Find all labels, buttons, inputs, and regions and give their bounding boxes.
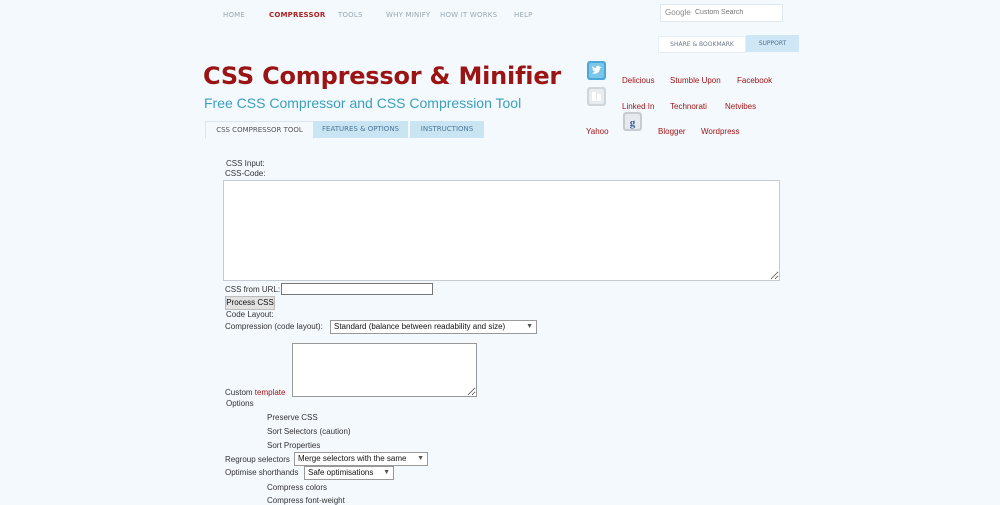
nav-why-minify[interactable]: WHY MINIFY xyxy=(386,11,430,19)
custom-template-textarea[interactable] xyxy=(292,343,477,397)
nav-home[interactable]: HOME xyxy=(223,11,245,19)
css-code-textarea[interactable] xyxy=(223,180,780,281)
google-icon[interactable]: g xyxy=(623,112,642,131)
css-input-label: CSS Input: xyxy=(226,159,265,168)
social-link-linked-in[interactable]: Linked In xyxy=(622,102,654,111)
nav-how-it-works[interactable]: HOW IT WORKS xyxy=(440,11,497,19)
share-bookmark-button[interactable]: SHARE & BOOKMARK xyxy=(658,36,746,53)
social-link-technorati[interactable]: Technorati xyxy=(670,102,707,111)
page-title: CSS Compressor & Minifier xyxy=(203,62,562,90)
sort-properties-option[interactable]: Sort Properties xyxy=(267,441,320,450)
template-link[interactable]: template xyxy=(255,388,286,397)
tab-css-compressor-tool[interactable]: CSS COMPRESSOR TOOL xyxy=(205,121,314,139)
chevron-down-icon: ▼ xyxy=(526,323,533,330)
sort-selectors-option[interactable]: Sort Selectors (caution) xyxy=(267,427,351,436)
twitter-icon[interactable] xyxy=(587,61,606,80)
optimise-shorthands-select[interactable]: Safe optimisations ▼ xyxy=(304,466,394,480)
nav-compressor[interactable]: COMPRESSOR xyxy=(269,11,325,19)
css-url-input[interactable] xyxy=(281,283,433,295)
social-link-yahoo[interactable]: Yahoo xyxy=(586,127,609,136)
social-link-blogger[interactable]: Blogger xyxy=(658,127,686,136)
page-subtitle: Free CSS Compressor and CSS Compression … xyxy=(204,95,522,111)
compression-select[interactable]: Standard (balance between readability an… xyxy=(330,320,537,334)
regroup-selectors-select[interactable]: Merge selectors with the same ▼ xyxy=(294,452,428,466)
options-label: Options xyxy=(226,399,254,408)
optimise-shorthands-label: Optimise shorthands xyxy=(225,468,299,477)
compression-label: Compression (code layout): xyxy=(225,322,323,331)
search-input[interactable] xyxy=(695,7,775,18)
regroup-select-value: Merge selectors with the same xyxy=(298,454,407,463)
google-logo: Google xyxy=(665,8,691,17)
social-link-stumble-upon[interactable]: Stumble Upon xyxy=(670,76,721,85)
code-layout-label: Code Layout: xyxy=(226,310,274,319)
process-css-button[interactable]: Process CSS xyxy=(225,296,275,310)
regroup-selectors-label: Regroup selectors xyxy=(225,455,290,464)
shorthands-select-value: Safe optimisations xyxy=(308,468,374,477)
support-button[interactable]: SUPPORT xyxy=(746,35,799,52)
compress-colors-option[interactable]: Compress colors xyxy=(267,483,327,492)
chevron-down-icon: ▼ xyxy=(417,455,424,462)
chevron-down-icon: ▼ xyxy=(383,469,390,476)
compression-select-value: Standard (balance between readability an… xyxy=(334,322,506,331)
social-link-netvibes[interactable]: Netvibes xyxy=(725,102,756,111)
compress-font-weight-option[interactable]: Compress font-weight xyxy=(267,496,345,505)
google-search-box: Google xyxy=(660,4,783,22)
custom-template-label: Custom template xyxy=(225,388,285,397)
css-code-label: CSS-Code: xyxy=(225,169,266,178)
nav-help[interactable]: HELP xyxy=(514,11,533,19)
css-url-label: CSS from URL: xyxy=(225,285,281,294)
custom-label-text: Custom xyxy=(225,388,253,397)
nav-tools[interactable]: TOOLS xyxy=(338,11,363,19)
svg-text:g: g xyxy=(630,117,636,129)
tab-instructions[interactable]: INSTRUCTIONS xyxy=(410,121,484,138)
social-link-facebook[interactable]: Facebook xyxy=(737,76,772,85)
preserve-css-option[interactable]: Preserve CSS xyxy=(267,413,318,422)
digg-icon[interactable] xyxy=(587,87,606,106)
tab-features-options[interactable]: FEATURES & OPTIONS xyxy=(313,121,408,138)
social-link-delicious[interactable]: Delicious xyxy=(622,76,654,85)
social-link-wordpress[interactable]: Wordpress xyxy=(701,127,740,136)
